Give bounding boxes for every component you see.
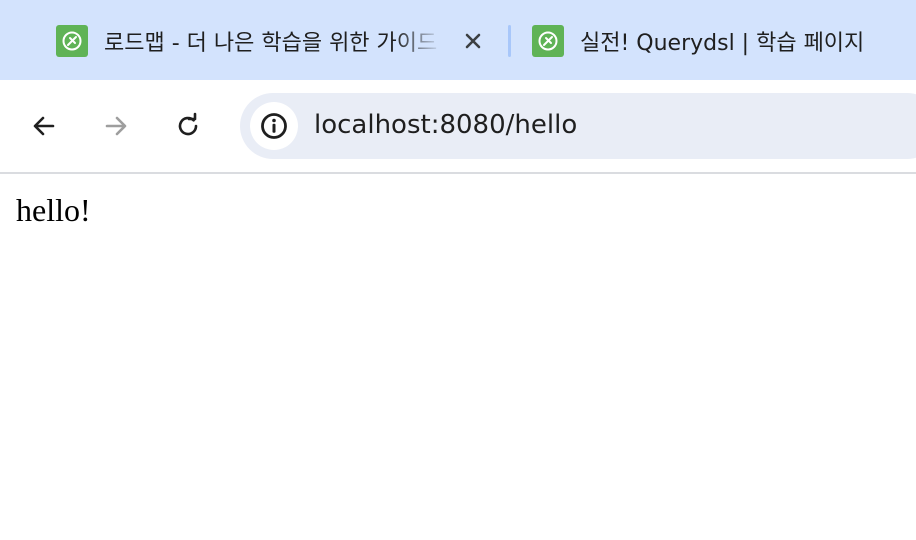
tab-title: 실전! Querydsl | 학습 페이지 [580,31,865,56]
back-button[interactable] [24,106,64,146]
close-icon[interactable] [458,26,488,56]
leaf-icon [56,25,88,57]
tab-querydsl[interactable]: 실전! Querydsl | 학습 페이지 [532,22,916,60]
page-content: hello! [16,192,91,228]
tab-strip: 로드맵 - 더 나은 학습을 위한 가이드 실전! Querydsl | 학습 … [0,0,916,80]
forward-button[interactable] [96,106,136,146]
url-text[interactable]: localhost:8080/hello [314,110,577,140]
info-icon[interactable] [250,102,298,150]
reload-icon [178,112,198,136]
tab-title: 로드맵 - 더 나은 학습을 위한 가이드 [104,31,438,56]
browser-toolbar: localhost:8080/hello [0,80,916,174]
arrow-right-icon [105,116,127,136]
tab-separator [508,25,511,57]
reload-button[interactable] [168,106,208,146]
tab-roadmap[interactable]: 로드맵 - 더 나은 학습을 위한 가이드 [56,22,496,60]
leaf-icon [532,25,564,57]
arrow-left-icon [33,116,55,136]
address-bar[interactable]: localhost:8080/hello [240,93,916,159]
